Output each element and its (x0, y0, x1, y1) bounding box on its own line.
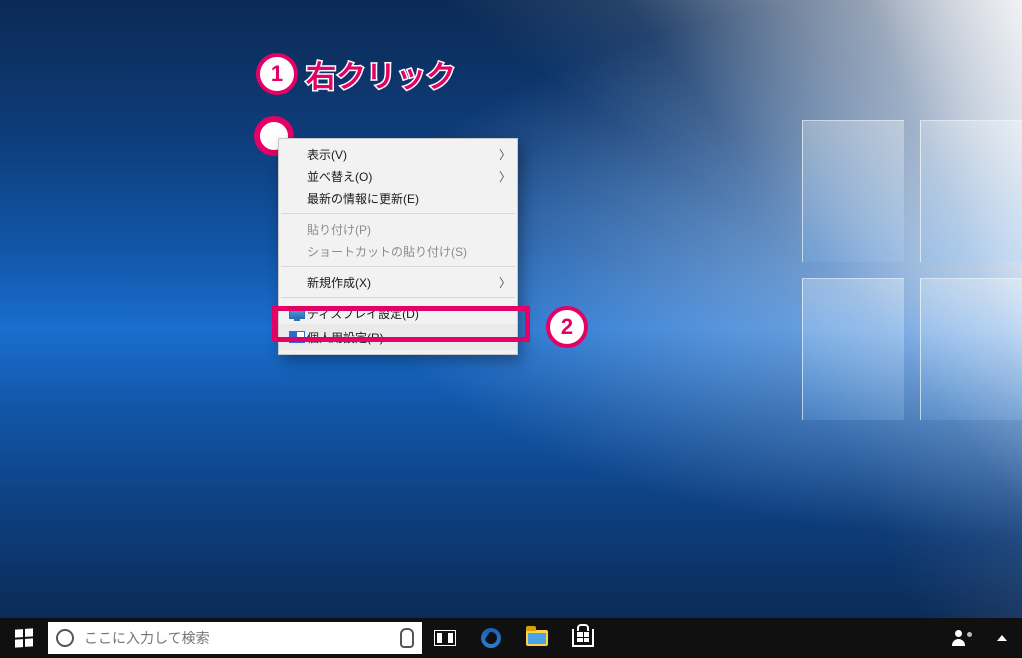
edge-icon (481, 628, 501, 648)
menu-item-paste-shortcut: ショートカットの貼り付け(S) (279, 240, 517, 262)
taskbar (0, 618, 1022, 658)
tray-overflow-button[interactable] (982, 618, 1022, 658)
task-view-icon (434, 630, 456, 646)
menu-item-sort[interactable]: 並べ替え(O) 〉 (279, 165, 517, 187)
taskbar-app-edge[interactable] (468, 618, 514, 658)
menu-item-display-settings[interactable]: ディスプレイ設定(D) (279, 302, 517, 324)
submenu-chevron-icon: 〉 (499, 168, 511, 185)
task-view-button[interactable] (422, 618, 468, 658)
start-button[interactable] (0, 618, 48, 658)
menu-item-label: 表示(V) (307, 146, 499, 163)
menu-item-refresh[interactable]: 最新の情報に更新(E) (279, 187, 517, 209)
cortana-circle-icon (56, 629, 74, 647)
menu-item-paste: 貼り付け(P) (279, 218, 517, 240)
menu-item-label: 新規作成(X) (307, 274, 499, 291)
taskbar-app-store[interactable] (560, 618, 606, 658)
menu-item-label: ショートカットの貼り付け(S) (307, 243, 511, 260)
search-input[interactable] (82, 629, 392, 647)
menu-item-label: 最新の情報に更新(E) (307, 190, 511, 207)
file-explorer-icon (526, 630, 548, 646)
annotation-step-1-text: 右クリック (306, 52, 456, 96)
taskbar-app-explorer[interactable] (514, 618, 560, 658)
menu-item-label: 個人用設定(R) (307, 329, 511, 346)
annotation-number-1-icon: 1 (256, 53, 298, 95)
menu-item-personalize[interactable]: 個人用設定(R) (279, 324, 517, 350)
people-icon (952, 630, 972, 646)
chevron-up-icon (997, 635, 1007, 641)
display-settings-icon (287, 307, 307, 319)
menu-item-label: 貼り付け(P) (307, 221, 511, 238)
desktop-context-menu: 表示(V) 〉 並べ替え(O) 〉 最新の情報に更新(E) 貼り付け(P) ショ… (278, 138, 518, 355)
wallpaper-light-panes (802, 120, 1022, 420)
microsoft-store-icon (572, 629, 594, 647)
submenu-chevron-icon: 〉 (499, 274, 511, 291)
menu-item-label: ディスプレイ設定(D) (307, 305, 511, 322)
menu-item-view[interactable]: 表示(V) 〉 (279, 143, 517, 165)
annotation-number-2-icon: 2 (546, 306, 588, 348)
annotation-step-1: 1 右クリック (256, 52, 456, 96)
microphone-icon[interactable] (400, 628, 414, 648)
people-button[interactable] (942, 618, 982, 658)
desktop[interactable]: 1 右クリック 表示(V) 〉 並べ替え(O) 〉 最新の情報に更新(E) (0, 0, 1022, 658)
personalize-icon (287, 331, 307, 343)
taskbar-search[interactable] (48, 622, 422, 654)
windows-logo-icon (15, 628, 33, 647)
system-tray (942, 618, 1022, 658)
menu-item-new[interactable]: 新規作成(X) 〉 (279, 271, 517, 293)
menu-item-label: 並べ替え(O) (307, 168, 499, 185)
submenu-chevron-icon: 〉 (499, 146, 511, 163)
